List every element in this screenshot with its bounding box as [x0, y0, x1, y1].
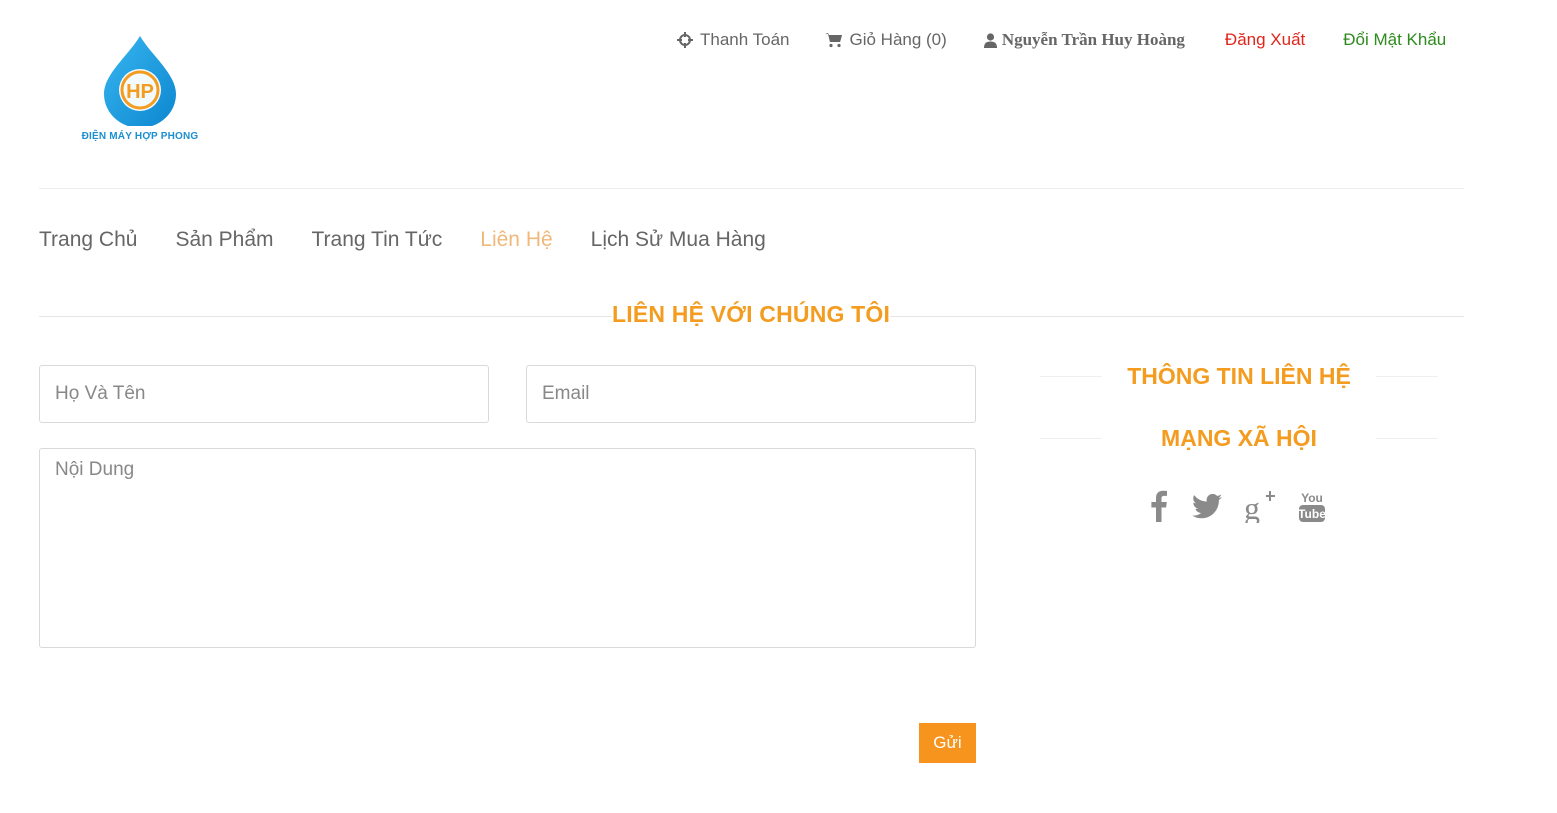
svg-text:g: g [1244, 490, 1260, 523]
title-line-left [39, 316, 612, 317]
cart-icon [825, 31, 843, 49]
payment-label: Thanh Toán [700, 30, 790, 49]
logout-link[interactable]: Đăng Xuất [1225, 30, 1305, 50]
message-textarea[interactable] [39, 448, 976, 648]
menu-item-products[interactable]: Sản Phẩm [175, 228, 273, 252]
title-line-right [890, 316, 1464, 317]
facebook-icon[interactable] [1145, 488, 1173, 524]
social-icons: g You Tube [1145, 488, 1327, 524]
change-password-link[interactable]: Đổi Mật Khẩu [1343, 30, 1446, 50]
user-name: Nguyễn Trần Huy Hoàng [1001, 30, 1185, 49]
google-plus-icon[interactable]: g [1243, 488, 1277, 524]
menu-item-home[interactable]: Trang Chủ [39, 228, 137, 252]
menu-item-news[interactable]: Trang Tin Tức [312, 228, 443, 252]
header-divider [39, 188, 1464, 189]
youtube-icon[interactable]: You Tube [1297, 488, 1327, 524]
user-account-link[interactable]: Nguyễn Trần Huy Hoàng [984, 30, 1185, 50]
svg-text:Tube: Tube [1298, 507, 1326, 521]
payment-link[interactable]: Thanh Toán [676, 30, 789, 50]
water-drop-logo-icon: HP [104, 36, 176, 126]
menu-item-contact[interactable]: Liên Hệ [480, 228, 552, 252]
send-button[interactable]: Gửi [919, 723, 976, 763]
contact-section-header: LIÊN HỆ VỚI CHÚNG TÔI [39, 300, 1464, 332]
site-logo[interactable]: HP ĐIỆN MÁY HỢP PHONG [78, 34, 202, 146]
svg-text:HP: HP [126, 81, 154, 103]
user-icon [984, 31, 998, 49]
contact-title: LIÊN HỆ VỚI CHÚNG TÔI [612, 301, 891, 327]
cart-label: Giỏ Hàng (0) [849, 30, 947, 49]
top-navigation: Thanh Toán Giỏ Hàng (0) Nguyễn Trần Huy … [676, 28, 1446, 52]
contact-info-header: THÔNG TIN LIÊN HỆ [1040, 361, 1438, 391]
crosshairs-icon [676, 31, 694, 49]
main-menu: Trang Chủ Sản Phẩm Trang Tin Tức Liên Hệ… [39, 228, 804, 252]
svg-text:You: You [1301, 491, 1323, 505]
menu-item-order-history[interactable]: Lịch Sử Mua Hàng [591, 228, 766, 252]
social-header: MẠNG XÃ HỘI [1040, 423, 1438, 453]
email-input[interactable] [526, 365, 976, 423]
cart-link[interactable]: Giỏ Hàng (0) [825, 30, 947, 50]
twitter-icon[interactable] [1191, 488, 1223, 524]
logo-caption: ĐIỆN MÁY HỢP PHONG [81, 131, 199, 142]
name-input[interactable] [39, 365, 489, 423]
divider-line [1376, 376, 1438, 377]
divider-line [1376, 438, 1438, 439]
